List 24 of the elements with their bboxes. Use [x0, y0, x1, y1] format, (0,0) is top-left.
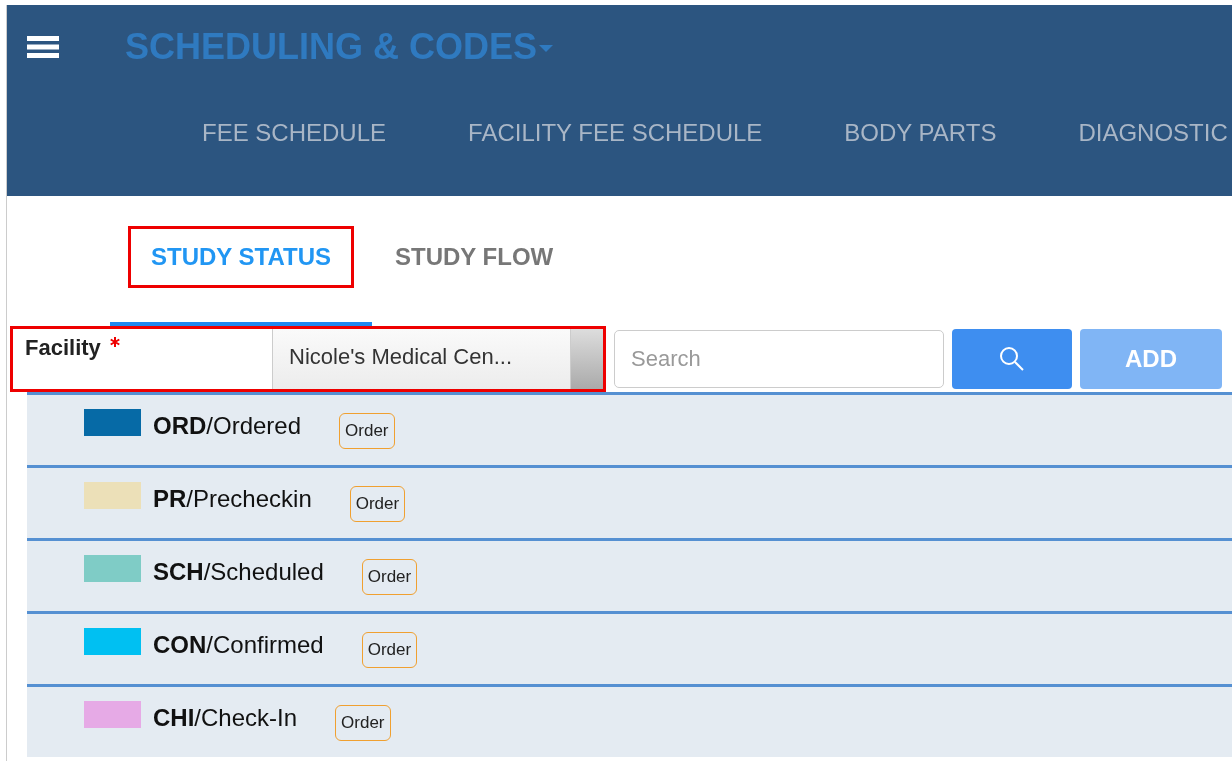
order-tag: Order: [361, 559, 418, 595]
order-tag: Order: [349, 486, 406, 522]
order-tag: Order: [335, 705, 391, 741]
order-tag: Order: [361, 632, 418, 668]
nav-link[interactable]: DIAGNOSTIC: [1078, 119, 1228, 147]
caret-icon[interactable]: [539, 45, 554, 53]
nav-link[interactable]: BODY PARTS: [844, 119, 997, 147]
status-name: CHI/Check-In: [153, 704, 298, 732]
tab[interactable]: STUDY FLOW: [372, 226, 577, 288]
nav-link[interactable]: FEE SCHEDULE: [202, 119, 387, 147]
status-name: ORD/Ordered: [153, 412, 302, 440]
search-button[interactable]: [952, 329, 1072, 389]
search-icon: [998, 345, 1026, 373]
add-button[interactable]: ADD: [1080, 329, 1222, 389]
status-name: CON/Confirmed: [153, 631, 324, 659]
status-name: SCH/Scheduled: [153, 558, 324, 586]
search-field[interactable]: Search: [614, 330, 944, 388]
facility-label: Facility: [24, 334, 101, 361]
nav-link[interactable]: FACILITY FEE SCHEDULE: [468, 119, 763, 147]
status-name: PR/Precheckin: [153, 485, 312, 513]
tab[interactable]: STUDY STATUS: [128, 226, 354, 288]
menu-icon[interactable]: [27, 35, 59, 59]
order-tag: Order: [339, 413, 395, 449]
facility-dropdown[interactable]: Nicole's Medical Cen...: [272, 329, 603, 389]
